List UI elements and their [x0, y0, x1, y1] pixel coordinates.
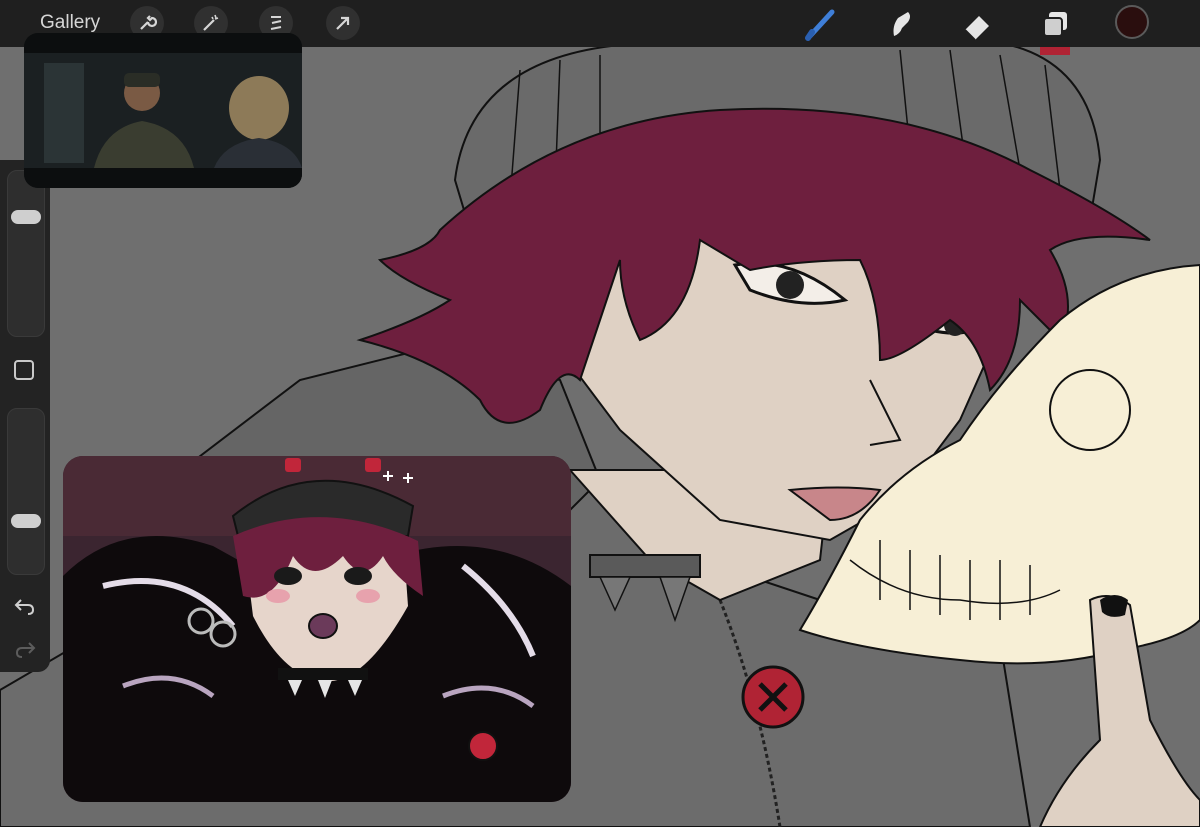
reference-artwork-window[interactable] [63, 456, 571, 802]
gallery-button[interactable]: Gallery [40, 12, 100, 34]
brush-size-slider[interactable] [7, 170, 45, 337]
eraser-icon[interactable] [959, 6, 995, 42]
reference-photo-window[interactable] [24, 33, 302, 188]
reference-photo-image [24, 33, 302, 188]
transform-arrow-icon[interactable] [326, 6, 360, 40]
square-modify-icon[interactable] [14, 360, 34, 380]
color-picker-swatch[interactable] [1115, 5, 1149, 39]
x-badge [741, 665, 805, 729]
brush-size-knob[interactable] [11, 210, 41, 225]
left-iris [776, 271, 804, 299]
opacity-knob[interactable] [11, 513, 41, 528]
opacity-slider[interactable] [7, 408, 45, 575]
black-nail [1100, 595, 1128, 617]
reference-artwork-image [63, 456, 571, 802]
redo-icon[interactable] [13, 638, 37, 665]
layers-icon[interactable] [1038, 6, 1074, 42]
left-sidebar [0, 160, 50, 672]
collar [589, 554, 701, 578]
undo-icon[interactable] [13, 595, 37, 622]
smudge-icon[interactable] [882, 6, 918, 42]
brush-icon[interactable] [802, 6, 838, 42]
